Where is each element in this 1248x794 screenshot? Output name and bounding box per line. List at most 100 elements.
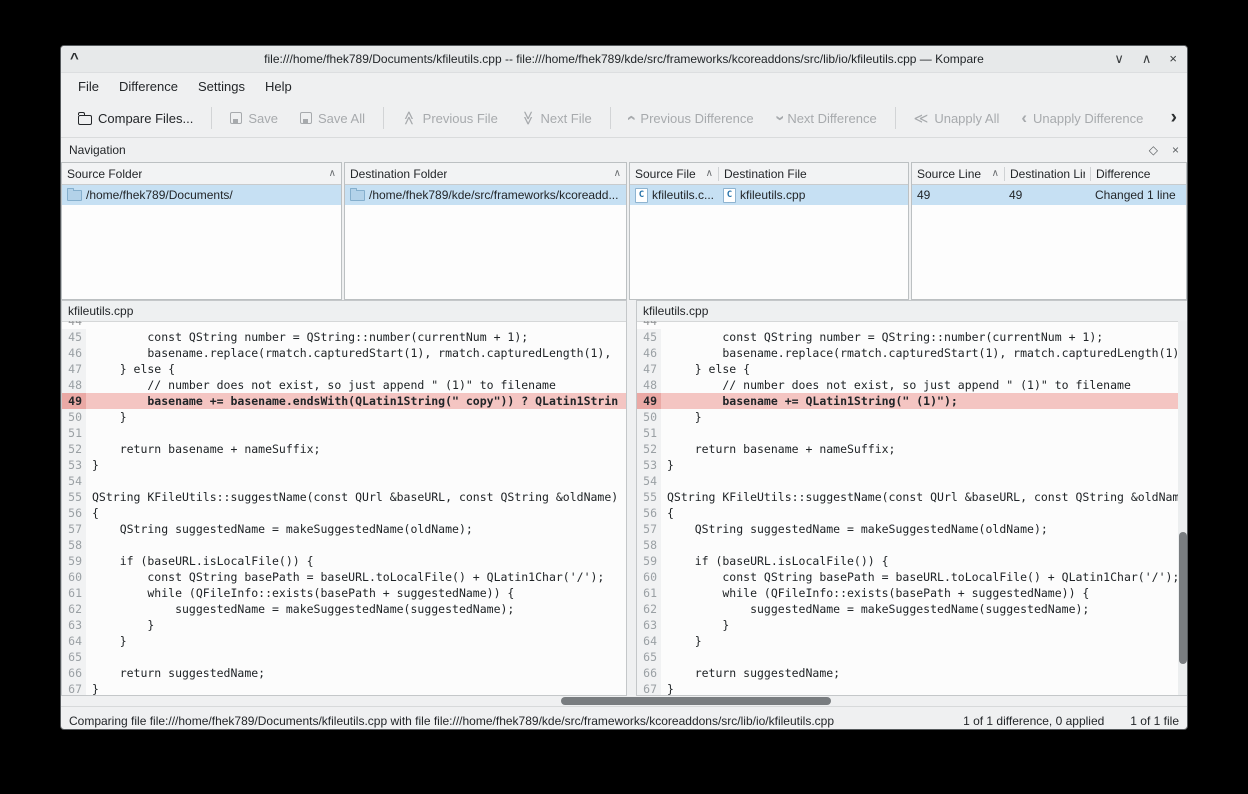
line-number: 49 <box>637 393 661 409</box>
line-number: 64 <box>62 633 86 649</box>
unapply-all-button[interactable]: ≪Unapply All <box>905 106 1009 131</box>
menu-file[interactable]: File <box>69 76 108 97</box>
line-number: 60 <box>62 569 86 585</box>
lines-header[interactable]: Source Line ∧ Destination Lir Difference <box>912 163 1186 185</box>
code-line-destination-48: 48 // number does not exist, so just app… <box>637 377 1188 393</box>
code-line-source-47: 47 } else { <box>62 361 626 377</box>
code-line-source-59: 59 if (baseURL.isLocalFile()) { <box>62 553 626 569</box>
code-line-destination-44: 44 const int currentNum = rmatch.capture… <box>637 321 1188 329</box>
line-number: 63 <box>637 617 661 633</box>
code-line-destination-49[interactable]: 49 basename += QLatin1String(" (1)"); <box>637 393 1188 409</box>
line-number: 64 <box>637 633 661 649</box>
toolbar-button-label: Save <box>248 111 278 126</box>
source-folder-path: /home/fhek789/Documents/ <box>86 188 233 202</box>
code-line-source-60: 60 const QString basePath = baseURL.toLo… <box>62 569 626 585</box>
next-difference-button[interactable]: ‹Next Difference <box>767 106 886 131</box>
compare-files-button[interactable]: Compare Files... <box>69 106 202 131</box>
code-text: basename += basename.endsWith(QLatin1Str… <box>86 393 618 409</box>
toolbar-button-label: Previous File <box>423 111 498 126</box>
files-row[interactable]: kfileutils.c... kfileutils.cpp <box>630 185 908 205</box>
difference-row[interactable]: 49 49 Changed 1 line <box>912 185 1186 205</box>
line-number: 55 <box>62 489 86 505</box>
code-line-destination-47: 47 } else { <box>637 361 1188 377</box>
menu-settings[interactable]: Settings <box>189 76 254 97</box>
menubar: File Difference Settings Help <box>61 73 1187 99</box>
vertical-scrollbar[interactable] <box>1178 321 1188 695</box>
code-line-source-57: 57 QString suggestedName = makeSuggested… <box>62 521 626 537</box>
source-folder-row[interactable]: /home/fhek789/Documents/ <box>62 185 341 205</box>
line-number: 50 <box>62 409 86 425</box>
line-number: 60 <box>637 569 661 585</box>
previous-difference-button[interactable]: ‹Previous Difference <box>620 106 763 131</box>
code-line-destination-66: 66 return suggestedName; <box>637 665 1188 681</box>
line-number: 67 <box>62 681 86 695</box>
minimize-button[interactable]: ∨ <box>1114 46 1124 72</box>
code-line-destination-53: 53} <box>637 457 1188 473</box>
dock-float-icon[interactable]: ◇ <box>1149 143 1158 157</box>
line-number: 48 <box>637 377 661 393</box>
vertical-scrollbar-thumb[interactable] <box>1179 532 1187 664</box>
code-text: QString KFileUtils::suggestName(const QU… <box>86 489 618 505</box>
titlebar[interactable]: ^ file:///home/fhek789/Documents/kfileut… <box>61 46 1187 73</box>
code-line-source-64: 64 } <box>62 633 626 649</box>
code-line-destination-51: 51 <box>637 425 1188 441</box>
line-number: 61 <box>637 585 661 601</box>
unapply-difference-icon: ‹ <box>1021 111 1027 125</box>
line-number: 66 <box>62 665 86 681</box>
destination-code-view[interactable]: 44 const int currentNum = rmatch.capture… <box>637 321 1188 695</box>
code-line-source-67: 67} <box>62 681 626 695</box>
code-line-source-49[interactable]: 49 basename += basename.endsWith(QLatin1… <box>62 393 626 409</box>
navigation-dock-header: Navigation ◇ × <box>61 138 1187 162</box>
close-button[interactable]: × <box>1169 46 1177 72</box>
code-line-source-66: 66 return suggestedName; <box>62 665 626 681</box>
files-header[interactable]: Source File ∧ Destination File <box>630 163 908 185</box>
next-file-button[interactable]: ≪Next File <box>511 106 601 131</box>
kompare-app-icon: ^ <box>70 54 79 64</box>
code-line-destination-62: 62 suggestedName = makeSuggestedName(sug… <box>637 601 1188 617</box>
destination-folder-row[interactable]: /home/fhek789/kde/src/frameworks/kcoread… <box>345 185 626 205</box>
menu-difference[interactable]: Difference <box>110 76 187 97</box>
code-line-destination-55: 55QString KFileUtils::suggestName(const … <box>637 489 1188 505</box>
code-line-source-52: 52 return basename + nameSuffix; <box>62 441 626 457</box>
code-line-source-45: 45 const QString number = QString::numbe… <box>62 329 626 345</box>
code-text <box>661 473 667 489</box>
toolbar: Compare Files... Save Save All ≪Previous Fi… <box>61 99 1187 138</box>
code-text: } <box>661 457 674 473</box>
save-button[interactable]: Save <box>221 106 287 131</box>
toolbar-overflow-icon[interactable]: › <box>1169 107 1179 129</box>
line-number: 57 <box>62 521 86 537</box>
previous-file-button[interactable]: ≪Previous File <box>393 106 507 131</box>
code-line-destination-60: 60 const QString basePath = baseURL.toLo… <box>637 569 1188 585</box>
line-number: 65 <box>62 649 86 665</box>
unapply-difference-button[interactable]: ‹Unapply Difference <box>1012 106 1152 131</box>
source-folder-pane: Source Folder ∧ /home/fhek789/Documents/ <box>61 162 342 300</box>
line-number: 48 <box>62 377 86 393</box>
code-text: } <box>661 633 702 649</box>
line-number: 56 <box>62 505 86 521</box>
previous-difference-icon: ‹ <box>625 115 639 121</box>
horizontal-scrollbar[interactable] <box>61 696 1187 706</box>
line-number: 62 <box>637 601 661 617</box>
maximize-button[interactable]: ∧ <box>1142 46 1152 72</box>
source-folder-header[interactable]: Source Folder ∧ <box>62 163 341 185</box>
line-number: 49 <box>62 393 86 409</box>
save-all-button[interactable]: Save All <box>291 106 374 131</box>
code-text <box>86 649 92 665</box>
destination-file-title: kfileutils.cpp <box>637 301 1188 322</box>
menu-help[interactable]: Help <box>256 76 301 97</box>
code-text: // number does not exist, so just append… <box>86 377 556 393</box>
source-code-view[interactable]: 44 const int currentNum = rmatch.capture… <box>62 321 626 695</box>
dock-close-icon[interactable]: × <box>1172 143 1179 157</box>
code-text: const QString basePath = baseURL.toLocal… <box>86 569 604 585</box>
code-text <box>86 537 92 553</box>
toolbar-button-label: Compare Files... <box>98 111 193 126</box>
code-text: return basename + nameSuffix; <box>661 441 895 457</box>
destination-folder-header[interactable]: Destination Folder ∧ <box>345 163 626 185</box>
line-number: 51 <box>637 425 661 441</box>
horizontal-scrollbar-thumb[interactable] <box>561 697 831 705</box>
code-text: } <box>86 633 127 649</box>
code-line-destination-61: 61 while (QFileInfo::exists(basePath + s… <box>637 585 1188 601</box>
save-all-icon <box>300 112 312 124</box>
sort-ascending-icon: ∧ <box>702 168 713 179</box>
statusbar: Comparing file file:///home/fhek789/Docu… <box>61 706 1187 730</box>
